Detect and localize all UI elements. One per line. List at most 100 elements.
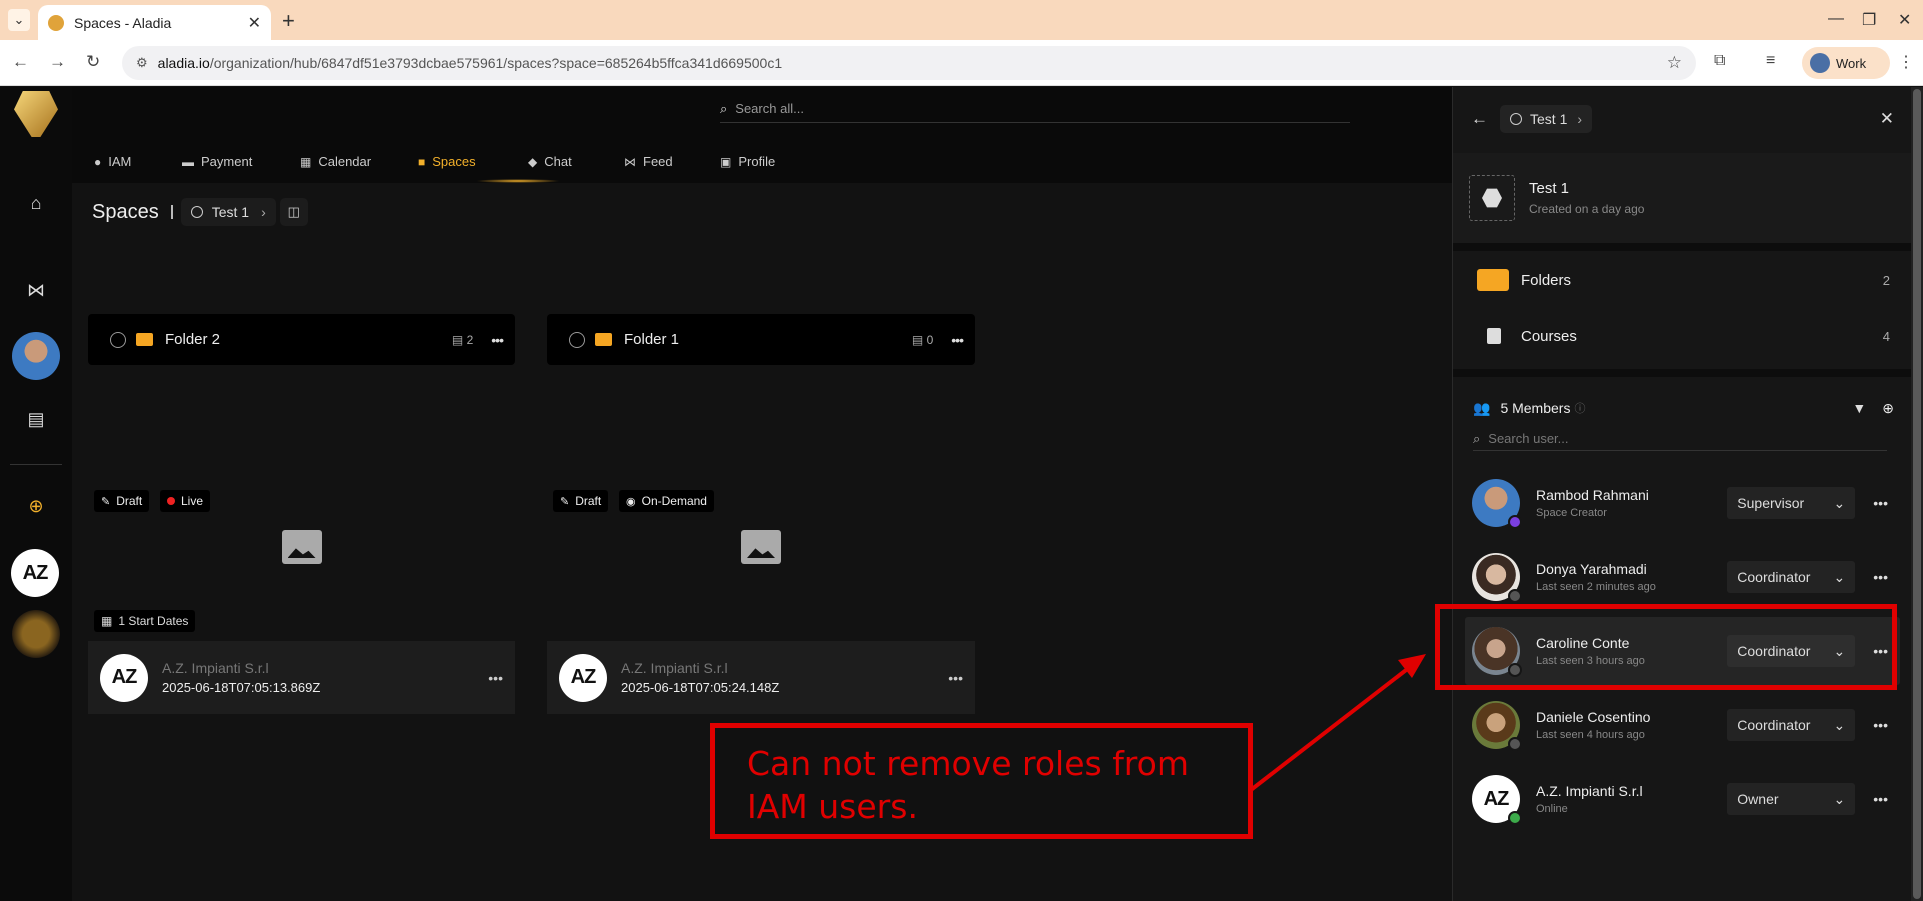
extensions-icon[interactable]: ⧉ [1714, 52, 1725, 70]
role-select[interactable]: Owner ⌄ [1727, 783, 1856, 815]
url-field[interactable]: ⚙ aladia.io/organization/hub/6847df51e37… [122, 46, 1696, 80]
close-tab-icon[interactable]: ✕ [248, 13, 261, 33]
nav-spaces[interactable]: ■ Spaces [418, 154, 476, 169]
toggle-panel-icon[interactable]: ◫ [279, 198, 308, 226]
folders-row[interactable]: Folders 2 [1453, 253, 1912, 307]
more-icon[interactable]: ••• [488, 670, 503, 686]
search-icon: ⌕ [1473, 430, 1481, 446]
panel-space-name: Test 1 [1530, 110, 1568, 127]
status-dot-icon [1508, 737, 1522, 751]
folder-card[interactable]: Folder 2 ▤ 2 ••• [88, 314, 515, 365]
profile-button[interactable]: Work [1802, 47, 1890, 79]
image-placeholder-icon [741, 530, 781, 564]
user-avatar[interactable] [12, 332, 60, 380]
org-logo-aladia[interactable] [12, 610, 60, 658]
org-logo-az[interactable]: AZ [11, 549, 59, 597]
close-icon[interactable]: ✕ [1880, 109, 1894, 129]
member-row[interactable]: Rambod Rahmani Space Creator Supervisor ⌄… [1465, 469, 1900, 537]
calendar-icon: ▦ [101, 614, 113, 628]
member-search-placeholder: Search user... [1488, 431, 1569, 446]
add-user-icon[interactable]: ⊕ [1882, 400, 1894, 417]
circle-icon [1510, 112, 1522, 125]
space-name: Test 1 [211, 204, 250, 220]
store-icon[interactable]: ⌂ [24, 191, 48, 215]
nav-payment-label: Payment [201, 154, 253, 169]
more-icon[interactable]: ••• [951, 332, 964, 348]
nav-iam[interactable]: ● IAM [94, 154, 131, 169]
role-select[interactable]: Coordinator ⌄ [1727, 561, 1856, 593]
more-icon[interactable]: ••• [1873, 791, 1888, 807]
nav-chat[interactable]: ◆ Chat [528, 154, 572, 169]
courses-label: Courses [1521, 327, 1577, 345]
course-card[interactable]: ✎ Draft Live ▦ 1 Start Dates AZ A.Z. Impia… [88, 484, 515, 714]
calendar-icon: ▦ [300, 154, 312, 169]
folder-card[interactable]: Folder 1 ▤ 0 ••• [547, 314, 975, 365]
tab-list-dropdown-icon[interactable]: ⌄ [8, 9, 30, 31]
course-timestamp: 2025-06-18T07:05:13.869Z [162, 680, 321, 695]
global-search[interactable]: ⌕ Search all... [720, 95, 1350, 123]
image-placeholder-icon [281, 530, 322, 564]
media-icon[interactable]: ≡ [1766, 52, 1775, 70]
new-tab-icon[interactable]: + [282, 8, 295, 34]
add-circle-icon[interactable]: ⊕ [24, 494, 48, 518]
reload-icon[interactable]: ↻ [86, 52, 100, 72]
share-icon[interactable]: ⋈ [24, 278, 48, 302]
space-breadcrumb-pill[interactable]: Test 1 › [180, 198, 276, 226]
more-icon[interactable]: ••• [948, 670, 963, 686]
minimize-icon[interactable]: — [1828, 10, 1844, 28]
back-arrow-icon[interactable]: ← [1471, 109, 1488, 129]
card-icon: ▬ [182, 154, 194, 169]
divider [1453, 369, 1912, 377]
close-window-icon[interactable]: ✕ [1898, 10, 1911, 30]
back-icon[interactable]: ← [12, 52, 29, 72]
role-select[interactable]: Supervisor ⌄ [1727, 487, 1856, 519]
aladia-logo[interactable] [14, 91, 58, 137]
divider [10, 464, 62, 465]
site-info-icon[interactable]: ⚙ [136, 55, 148, 71]
member-status: Last seen 2 minutes ago [1536, 581, 1656, 593]
courses-row[interactable]: Courses 4 [1453, 309, 1912, 363]
creator-badge-icon [1508, 515, 1522, 529]
more-icon[interactable]: ••• [1873, 717, 1888, 733]
browser-tab[interactable]: Spaces - Aladia ✕ [38, 5, 271, 40]
more-icon[interactable]: ••• [1873, 569, 1888, 585]
bookmark-star-icon[interactable]: ☆ [1667, 53, 1682, 73]
more-icon[interactable]: ••• [1873, 495, 1888, 511]
more-icon[interactable]: ••• [491, 332, 504, 348]
tab-title: Spaces - Aladia [74, 14, 172, 31]
edit-icon: ✎ [560, 495, 570, 508]
menu-icon[interactable]: ⋮ [1898, 52, 1914, 72]
role-value: Coordinator [1737, 569, 1811, 585]
member-row[interactable]: Donya Yarahmadi Last seen 2 minutes ago … [1465, 543, 1900, 611]
course-thumbnail [547, 484, 975, 641]
select-radio[interactable] [110, 331, 126, 348]
folders-count: 2 [1882, 272, 1890, 288]
member-row[interactable]: AZ A.Z. Impianti S.r.l Online Owner ⌄ ••• [1465, 765, 1900, 833]
hexagon-icon[interactable] [1469, 175, 1515, 221]
info-icon[interactable]: ⓘ [1574, 400, 1852, 416]
active-nav-indicator [476, 179, 560, 183]
nav-profile[interactable]: ▣ Profile [720, 154, 775, 169]
restore-icon[interactable]: ❐ [1862, 10, 1876, 30]
role-select[interactable]: Coordinator ⌄ [1727, 709, 1856, 741]
status-badge: ✎ Draft [553, 490, 609, 512]
panel-space-pill[interactable]: Test 1 › [1500, 104, 1593, 133]
panel-scrollbar[interactable] [1911, 87, 1923, 901]
online-dot-icon [1508, 811, 1522, 825]
folder-icon [136, 333, 153, 346]
member-search[interactable]: ⌕ Search user... [1473, 427, 1887, 451]
nav-calendar[interactable]: ▦ Calendar [300, 154, 371, 169]
select-radio[interactable] [569, 331, 585, 348]
avatar-logo-text: AZ [1483, 787, 1510, 810]
status-label: Draft [575, 494, 602, 508]
search-placeholder: Search all... [735, 101, 804, 116]
forward-icon[interactable]: → [49, 52, 66, 72]
course-card[interactable]: ✎ Draft ◉ On-Demand AZ A.Z. Impianti S.r.l… [547, 484, 975, 714]
folder-count-value: 2 [466, 332, 474, 347]
filter-icon[interactable]: ▼ [1852, 400, 1866, 416]
nav-feed[interactable]: ⋈ Feed [624, 154, 673, 169]
book-icon[interactable]: ▤ [24, 407, 48, 431]
scrollbar-thumb[interactable] [1913, 89, 1921, 899]
member-row[interactable]: Daniele Cosentino Last seen 4 hours ago … [1465, 691, 1900, 759]
nav-payment[interactable]: ▬ Payment [182, 154, 252, 169]
